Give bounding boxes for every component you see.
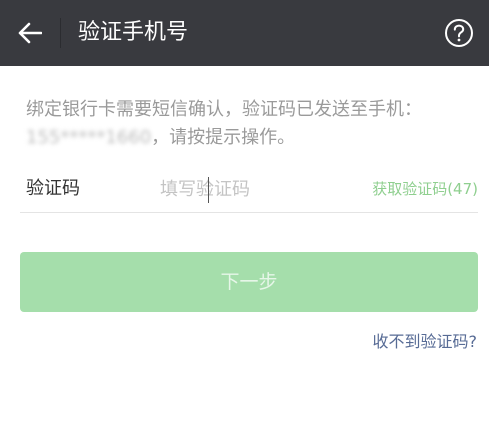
verification-code-input[interactable]	[160, 174, 340, 204]
verify-phone-page: 验证手机号 绑定银行卡需要短信确认，验证码已发送至手机： 155*****166…	[0, 0, 489, 423]
notice-text-suffix: ，请按提示操作。	[151, 127, 296, 148]
arrow-left-icon	[18, 22, 42, 44]
top-bar: 验证手机号	[0, 0, 489, 66]
back-button[interactable]	[10, 13, 50, 53]
sms-notice: 绑定银行卡需要短信确认，验证码已发送至手机： 155*****1660，请按提示…	[26, 96, 476, 152]
question-circle-icon	[445, 19, 473, 47]
next-step-button[interactable]: 下一步	[20, 252, 478, 312]
page-title: 验证手机号	[78, 20, 189, 45]
verification-code-row: 验证码 获取验证码(47)	[20, 166, 478, 213]
help-button[interactable]	[443, 17, 475, 49]
text-cursor	[208, 177, 209, 203]
resend-code-button[interactable]: 获取验证码(47)	[372, 166, 478, 212]
no-code-link[interactable]: 收不到验证码?	[373, 328, 478, 352]
masked-phone-number: 155*****1660	[26, 127, 152, 148]
code-label: 验证码	[26, 178, 80, 199]
header-divider	[60, 18, 61, 48]
notice-text-prefix: 绑定银行卡需要短信确认，验证码已发送至手机：	[26, 99, 422, 120]
